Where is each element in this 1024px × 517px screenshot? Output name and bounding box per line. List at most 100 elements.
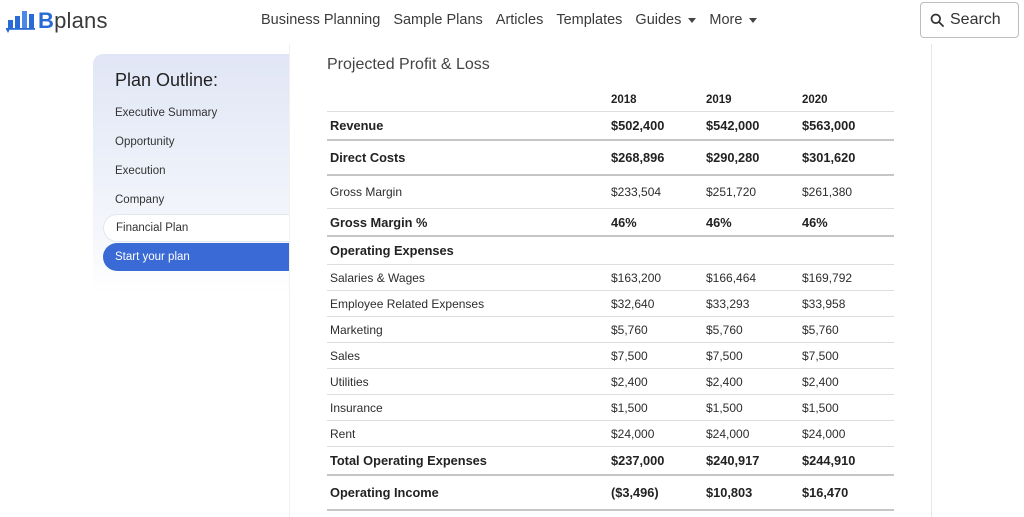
row-label: Gross Margin % (330, 214, 428, 230)
table-cell: $16,470 (802, 485, 849, 500)
chevron-down-icon (749, 18, 758, 23)
table-cell: 46% (611, 214, 637, 230)
nav-item-label: Business Planning (261, 12, 381, 28)
table-row: Marketing $5,760 $5,760 $5,760 (327, 317, 894, 343)
table-cell: $24,000 (802, 426, 846, 441)
section-title: Projected Profit & Loss (327, 56, 490, 73)
table-cell: $244,910 (802, 453, 856, 468)
bar-chart-logo-icon (6, 11, 35, 33)
table-cell: $1,500 (706, 400, 743, 415)
table-cell: $5,760 (706, 322, 743, 337)
nav-item-label: Sample Plans (393, 12, 483, 28)
table-cell: $563,000 (802, 118, 856, 133)
table-cell: $5,760 (611, 322, 648, 337)
table-cell: $7,500 (802, 348, 839, 363)
table-cell: $261,380 (802, 185, 853, 199)
row-label: Marketing (330, 322, 383, 337)
table-cell: $502,400 (611, 118, 665, 133)
table-cell: ($3,496) (611, 485, 659, 500)
table-row: Employee Related Expenses $32,640 $33,293 $… (327, 291, 894, 317)
table-cell: $169,792 (802, 270, 853, 285)
nav-item-articles[interactable]: Articles (496, 12, 544, 28)
nav-item-label: Articles (495, 12, 544, 28)
row-label: Direct Costs (330, 150, 406, 165)
table-cell: $7,500 (611, 348, 648, 363)
table-cell: $24,000 (611, 426, 655, 441)
sidebar-item-executive-summary[interactable]: Executive Summary (103, 99, 289, 127)
main-nav: Business Planning Sample Plans Articles Tem… (261, 12, 770, 28)
nav-item-business-planning[interactable]: Business Planning (261, 12, 380, 28)
table-cell: $301,620 (802, 150, 856, 165)
logo-wordmark: Bplans (38, 8, 108, 33)
table-row: Direct Costs $268,896 $290,280 $301,620 (327, 141, 894, 176)
table-row: Operating Income ($3,496) $10,803 $16,470 (327, 476, 894, 511)
table-cell: $240,917 (706, 453, 760, 468)
table-cell: $32,640 (611, 296, 655, 311)
row-label: Operating Expenses (330, 243, 454, 258)
search-button[interactable]: Search (920, 2, 1019, 38)
table-row: Gross Margin $233,504 $251,720 $261,380 (327, 176, 894, 209)
table-cell: $2,400 (611, 374, 648, 389)
row-label: Revenue (330, 118, 384, 133)
nav-item-more[interactable]: More (709, 12, 758, 28)
table-cell: $7,500 (706, 348, 743, 363)
table-row: Gross Margin % 46% 46% 46% (327, 209, 894, 237)
table-row: Revenue $502,400 $542,000 $563,000 (327, 112, 894, 141)
table-row: Operating Expenses (327, 237, 894, 265)
table-cell: $163,200 (611, 270, 662, 285)
table-cell: $2,400 (706, 374, 743, 389)
plan-outline-sidebar: Plan Outline: Executive Summary Opportuni… (93, 54, 289, 294)
table-cell: $33,958 (802, 296, 846, 311)
table-cell: $251,720 (706, 185, 757, 199)
sidebar-item-financial-plan[interactable]: Financial Plan (103, 214, 289, 242)
table-row: Insurance $1,500 $1,500 $1,500 (327, 395, 894, 421)
site-header: Bplans Business Planning Sample Plans Arti… (0, 0, 1024, 44)
row-label: Gross Margin (330, 185, 403, 199)
row-label: Rent (330, 426, 356, 441)
table-cell: $2,400 (802, 374, 839, 389)
column-header: 2018 (611, 93, 637, 106)
profit-loss-table: 2018 2019 2020 Revenue $502,400 $542,000 $563,… (327, 88, 894, 511)
column-header: 2020 (802, 93, 828, 106)
table-cell: $542,000 (706, 118, 760, 133)
start-plan-button[interactable]: Start your plan (103, 243, 289, 271)
row-label: Total Operating Expenses (330, 453, 487, 468)
table-cell: 46% (706, 214, 732, 230)
table-cell: $24,000 (706, 426, 750, 441)
table-cell: $233,504 (611, 185, 662, 199)
table-cell: $237,000 (611, 453, 665, 468)
row-label: Salaries & Wages (330, 270, 425, 285)
sidebar-item-opportunity[interactable]: Opportunity (103, 128, 289, 156)
sidebar-item-company[interactable]: Company (103, 186, 289, 214)
row-label: Insurance (330, 400, 383, 415)
table-header-row: 2018 2019 2020 (327, 88, 894, 112)
nav-item-label: More (709, 12, 743, 28)
table-cell: $5,760 (802, 322, 839, 337)
row-label: Sales (330, 348, 361, 363)
nav-item-guides[interactable]: Guides (635, 12, 697, 28)
search-label: Search (950, 11, 1001, 28)
table-cell: $166,464 (706, 270, 757, 285)
row-label: Operating Income (330, 485, 439, 500)
nav-item-label: Templates (556, 12, 623, 28)
row-label: Employee Related Expenses (330, 296, 485, 311)
table-row: Total Operating Expenses $237,000 $240,917… (327, 447, 894, 476)
table-cell: $1,500 (611, 400, 648, 415)
row-label: Utilities (330, 374, 369, 389)
main-panel: Projected Profit & Loss 2018 2019 2020 Reve… (289, 44, 932, 517)
search-icon (930, 13, 944, 27)
sidebar-item-execution[interactable]: Execution (103, 157, 289, 185)
nav-item-label: Guides (635, 12, 682, 28)
table-row: Sales $7,500 $7,500 $7,500 (327, 343, 894, 369)
table-cell: 46% (802, 214, 828, 230)
sidebar-title: Plan Outline: (115, 70, 219, 90)
table-cell: $1,500 (802, 400, 839, 415)
nav-item-templates[interactable]: Templates (556, 12, 622, 28)
table-cell: $290,280 (706, 150, 760, 165)
table-cell: $33,293 (706, 296, 750, 311)
bplans-logo[interactable]: Bplans (4, 8, 108, 34)
column-header: 2019 (706, 93, 732, 106)
table-cell: $10,803 (706, 485, 753, 500)
table-row: Utilities $2,400 $2,400 $2,400 (327, 369, 894, 395)
nav-item-sample-plans[interactable]: Sample Plans (393, 12, 482, 28)
